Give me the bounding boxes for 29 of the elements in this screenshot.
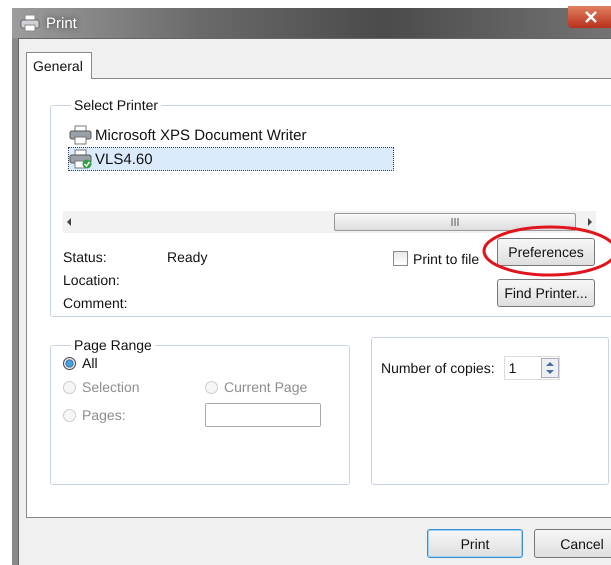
scrollbar-thumb[interactable]: [334, 213, 576, 231]
close-icon: [584, 11, 598, 23]
close-button[interactable]: [568, 6, 611, 28]
group-title: Page Range: [73, 337, 153, 353]
grip-icon: [450, 218, 460, 226]
printer-icon: [69, 149, 93, 169]
radio-label[interactable]: All: [82, 355, 98, 371]
field-label: Status:: [63, 249, 108, 265]
dialog-button[interactable]: Cancel: [534, 529, 611, 558]
printer-item[interactable]: VLS4.60: [68, 147, 394, 171]
status-value: Ready: [167, 249, 208, 265]
printer-item[interactable]: Microsoft XPS Document Writer: [68, 123, 394, 147]
radio-button[interactable]: [63, 356, 76, 370]
spin-arrows-icon: [540, 358, 559, 378]
checkbox[interactable]: [393, 251, 408, 266]
field-label: Location:: [63, 272, 121, 288]
checkbox-label[interactable]: Print to file: [413, 251, 480, 267]
dialog-button[interactable]: Print: [427, 529, 523, 558]
window-title: Print: [46, 14, 77, 32]
dialog-button[interactable]: Preferences: [497, 238, 595, 266]
horizontal-scrollbar[interactable]: [63, 211, 596, 233]
copies-spinner[interactable]: 1: [504, 356, 560, 380]
printer-icon: [69, 125, 93, 145]
dialog-button[interactable]: Find Printer...: [497, 279, 595, 307]
field-label: Comment:: [63, 295, 129, 311]
printer-icon: [20, 14, 40, 32]
group-title: Select Printer: [73, 97, 160, 113]
field-label: Number of copies:: [381, 360, 495, 376]
tab[interactable]: General: [26, 52, 92, 79]
